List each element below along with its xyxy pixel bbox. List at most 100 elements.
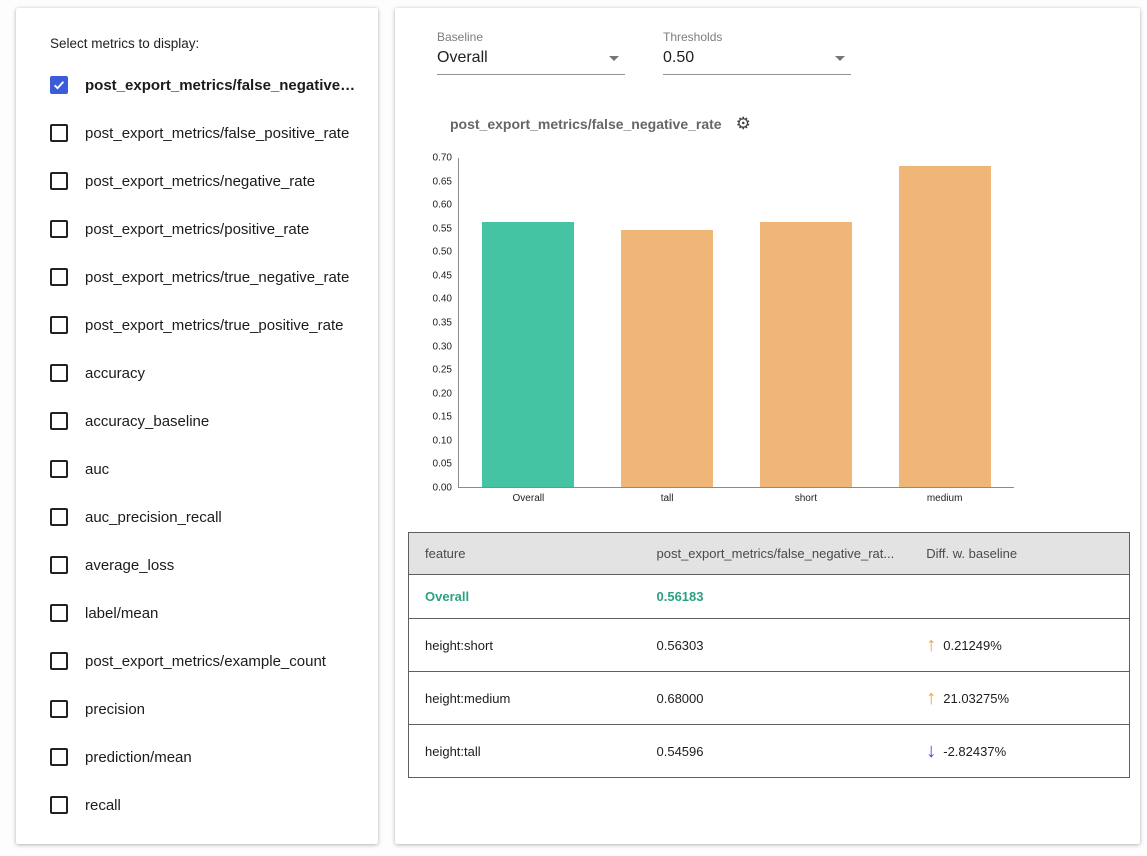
checkbox-unchecked-icon[interactable] <box>50 700 68 718</box>
dropdown-arrow-icon <box>835 56 845 61</box>
y-axis-tick-label: 0.70 <box>433 153 452 164</box>
cell-metric-value: 0.56303 <box>641 619 911 672</box>
baseline-label: Baseline <box>437 30 625 44</box>
metric-selector-panel: Select metrics to display: post_export_m… <box>16 8 378 844</box>
checkbox-unchecked-icon[interactable] <box>50 796 68 814</box>
checkbox-unchecked-icon[interactable] <box>50 220 68 238</box>
checkbox-unchecked-icon[interactable] <box>50 604 68 622</box>
x-axis-tick-label: short <box>737 493 876 504</box>
metric-item-label: average_loss <box>85 557 174 574</box>
y-axis-tick-label: 0.40 <box>433 294 452 305</box>
metric-item-label: post_export_metrics/true_negative_rate <box>85 269 349 286</box>
y-axis-tick-label: 0.55 <box>433 223 452 234</box>
x-axis-tick-label: medium <box>875 493 1014 504</box>
metric-list-item[interactable]: recall <box>50 781 360 829</box>
diff-percent-text: -2.82437% <box>943 744 1006 759</box>
checkbox-unchecked-icon[interactable] <box>50 268 68 286</box>
metric-item-label: recall <box>85 797 121 814</box>
metric-list-item[interactable]: accuracy <box>50 349 360 397</box>
metric-item-label: post_export_metrics/negative_rate <box>85 173 315 190</box>
y-axis-tick-label: 0.60 <box>433 200 452 211</box>
metric-item-label: prediction/mean <box>85 749 192 766</box>
fairness-indicators-page: Select metrics to display: post_export_m… <box>0 0 1147 856</box>
table-row[interactable]: Overall0.56183 <box>409 575 1130 619</box>
checkbox-unchecked-icon[interactable] <box>50 652 68 670</box>
cell-diff: ↑0.21249% <box>910 619 1129 672</box>
chart-plot: Overalltallshortmedium <box>458 158 1014 488</box>
cell-metric-value: 0.68000 <box>641 672 911 725</box>
metric-list-item[interactable]: accuracy_baseline <box>50 397 360 445</box>
metric-list-item[interactable]: post_export_metrics/example_count <box>50 637 360 685</box>
metric-list-item[interactable]: auc_precision_recall <box>50 493 360 541</box>
checkbox-unchecked-icon[interactable] <box>50 412 68 430</box>
baseline-select[interactable]: Baseline Overall <box>437 30 625 75</box>
metric-list-item[interactable]: post_export_metrics/positive_rate <box>50 205 360 253</box>
metric-item-label: post_export_metrics/true_positive_rate <box>85 317 343 334</box>
metric-item-label: post_export_metrics/example_count <box>85 653 326 670</box>
baseline-value: Overall <box>437 49 488 67</box>
cell-metric-value: 0.56183 <box>641 575 911 619</box>
y-axis-tick-label: 0.25 <box>433 365 452 376</box>
metric-list: post_export_metrics/false_negative_r...p… <box>50 61 360 829</box>
y-axis-tick-label: 0.30 <box>433 341 452 352</box>
bar-medium[interactable] <box>899 166 991 487</box>
bar-slot: medium <box>875 158 1014 487</box>
header-diff: Diff. w. baseline <box>910 533 1129 575</box>
checkbox-checked-icon[interactable] <box>50 76 68 94</box>
metrics-table: feature post_export_metrics/false_negati… <box>408 532 1130 778</box>
checkbox-unchecked-icon[interactable] <box>50 172 68 190</box>
settings-gear-icon[interactable]: ⚙ <box>736 115 751 132</box>
cell-metric-value: 0.54596 <box>641 725 911 778</box>
y-axis-tick-label: 0.15 <box>433 412 452 423</box>
metric-list-item[interactable]: average_loss <box>50 541 360 589</box>
x-axis-tick-label: tall <box>598 493 737 504</box>
metric-list-item[interactable]: post_export_metrics/false_positive_rate <box>50 109 360 157</box>
metric-list-item[interactable]: precision <box>50 685 360 733</box>
chart-title: post_export_metrics/false_negative_rate <box>450 116 722 132</box>
y-axis-tick-label: 0.20 <box>433 388 452 399</box>
arrow-up-icon: ↑ <box>926 635 936 655</box>
checkbox-unchecked-icon[interactable] <box>50 316 68 334</box>
table-row[interactable]: height:short0.56303↑0.21249% <box>409 619 1130 672</box>
metric-item-label: accuracy <box>85 365 145 382</box>
checkbox-unchecked-icon[interactable] <box>50 556 68 574</box>
header-feature: feature <box>409 533 641 575</box>
metric-list-item[interactable]: label/mean <box>50 589 360 637</box>
header-metric-value: post_export_metrics/false_negative_rat..… <box>641 533 911 575</box>
bar-Overall[interactable] <box>482 222 574 487</box>
cell-feature: Overall <box>409 575 641 619</box>
checkbox-unchecked-icon[interactable] <box>50 124 68 142</box>
checkbox-unchecked-icon[interactable] <box>50 748 68 766</box>
chart-header: post_export_metrics/false_negative_rate … <box>450 115 1127 132</box>
bar-slot: Overall <box>459 158 598 487</box>
checkbox-unchecked-icon[interactable] <box>50 364 68 382</box>
metric-item-label: post_export_metrics/false_negative_r... <box>85 77 360 94</box>
checkbox-unchecked-icon[interactable] <box>50 508 68 526</box>
bar-chart: 0.000.050.100.150.200.250.300.350.400.45… <box>422 158 1127 510</box>
bar-short[interactable] <box>760 222 852 487</box>
controls-row: Baseline Overall Thresholds 0.50 <box>437 30 1127 75</box>
diff-percent-text: 21.03275% <box>943 691 1009 706</box>
chart-y-axis: 0.000.050.100.150.200.250.300.350.400.45… <box>422 158 458 488</box>
metric-list-item[interactable]: prediction/mean <box>50 733 360 781</box>
checkbox-unchecked-icon[interactable] <box>50 460 68 478</box>
table-row[interactable]: height:medium0.68000 ↑ 21.03275% <box>409 672 1130 725</box>
arrow-down-icon: ↓ <box>926 741 936 761</box>
bar-slot: short <box>737 158 876 487</box>
metric-list-item[interactable]: post_export_metrics/false_negative_r... <box>50 61 360 109</box>
metric-item-label: accuracy_baseline <box>85 413 209 430</box>
x-axis-tick-label: Overall <box>459 493 598 504</box>
table-row[interactable]: height:tall0.54596↓-2.82437% <box>409 725 1130 778</box>
thresholds-select[interactable]: Thresholds 0.50 <box>663 30 851 75</box>
arrow-up-icon: ↑ <box>926 688 936 708</box>
metric-list-item[interactable]: post_export_metrics/negative_rate <box>50 157 360 205</box>
metric-list-item[interactable]: post_export_metrics/true_negative_rate <box>50 253 360 301</box>
cell-feature: height:medium <box>409 672 641 725</box>
thresholds-label: Thresholds <box>663 30 851 44</box>
metric-list-item[interactable]: auc <box>50 445 360 493</box>
results-panel: Baseline Overall Thresholds 0.50 post_ex… <box>395 8 1140 844</box>
cell-diff <box>910 575 1129 619</box>
metric-list-item[interactable]: post_export_metrics/true_positive_rate <box>50 301 360 349</box>
dropdown-arrow-icon <box>609 56 619 61</box>
bar-tall[interactable] <box>621 230 713 487</box>
